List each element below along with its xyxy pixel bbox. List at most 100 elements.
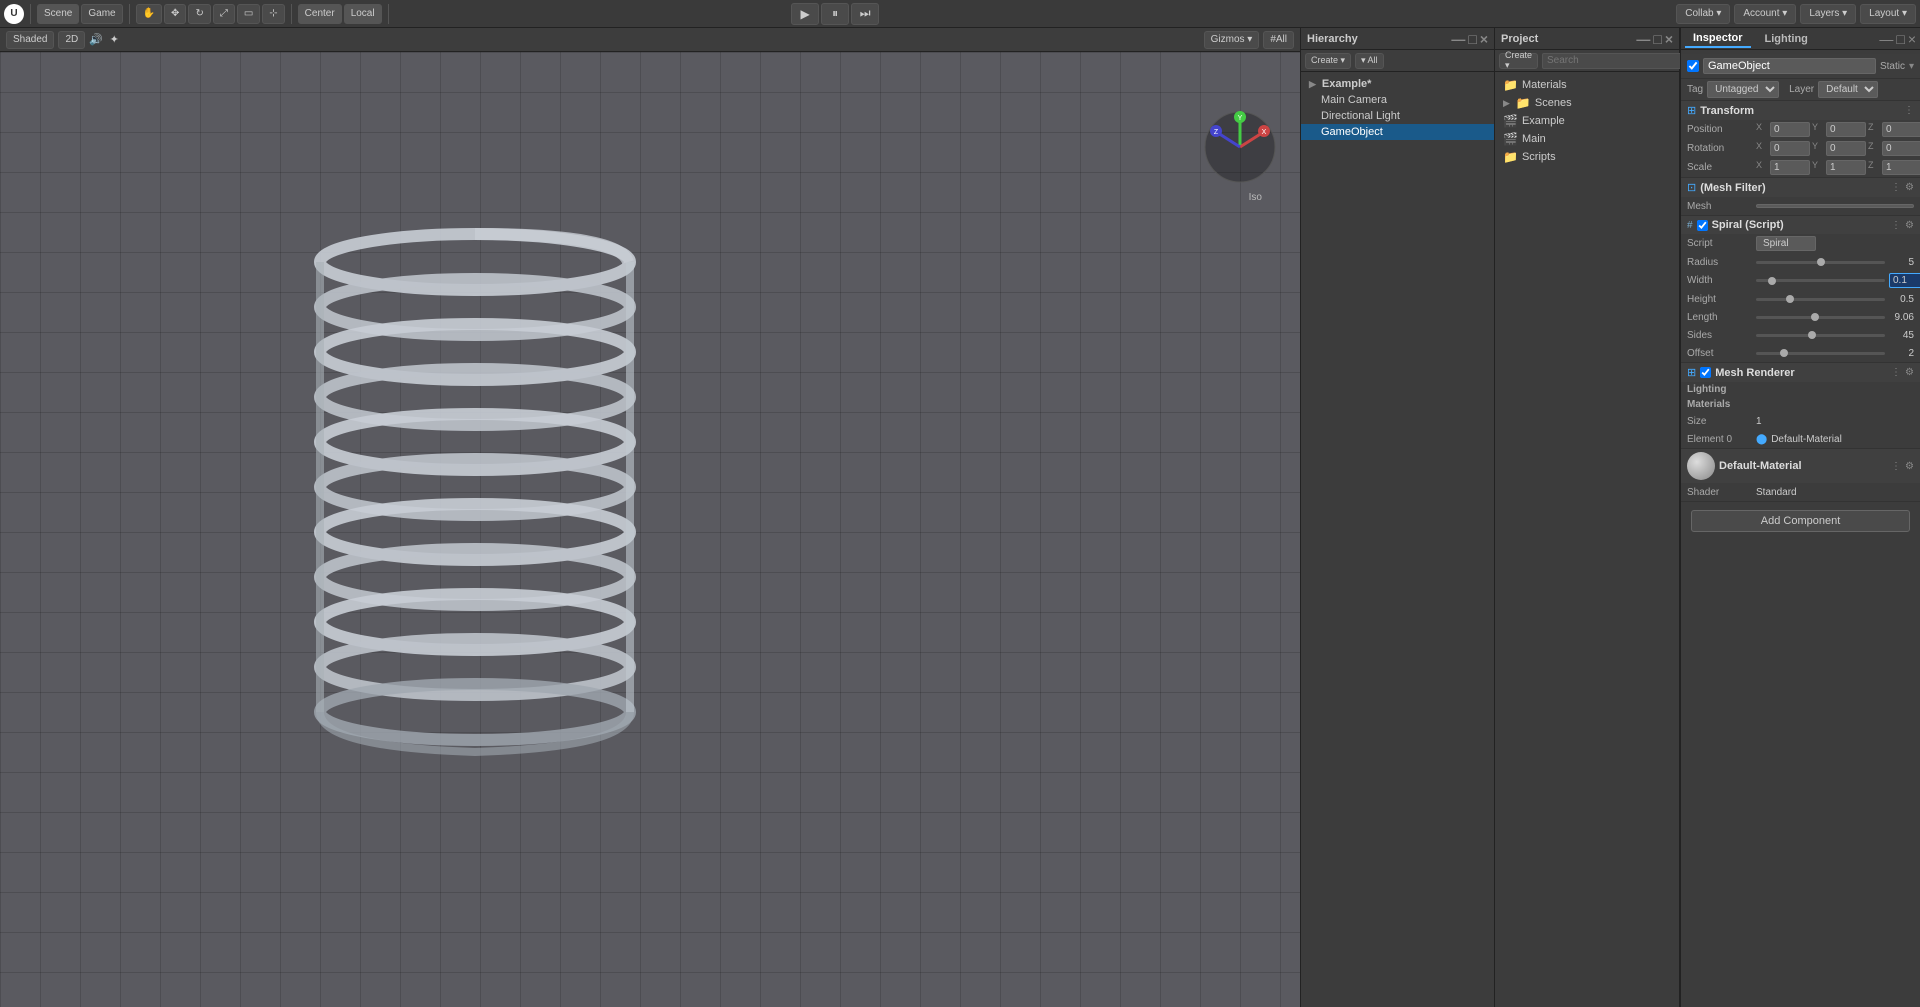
hierarchy-item-gameobject[interactable]: GameObject	[1301, 124, 1494, 140]
meshfilter-settings-btn[interactable]: ⚙	[1905, 182, 1914, 193]
game-tab-btn[interactable]: Game	[81, 4, 122, 24]
hierarchy-item-dirlight[interactable]: Directional Light	[1301, 108, 1494, 124]
spiral-settings-btn[interactable]: ⚙	[1905, 220, 1914, 231]
gameobject-name-input[interactable]	[1703, 58, 1876, 74]
meshrenderer-settings-btn[interactable]: ⚙	[1905, 367, 1914, 378]
project-create-btn[interactable]: Create ▾	[1499, 53, 1538, 69]
audio-btn[interactable]: 🔊	[89, 33, 103, 47]
radius-slider[interactable]	[1756, 261, 1885, 264]
layout-btn[interactable]: Layout ▾	[1860, 4, 1916, 24]
scale-tool-btn[interactable]: ⤢	[213, 4, 235, 24]
lighting-tab[interactable]: Lighting	[1757, 31, 1816, 47]
rot-z-input[interactable]	[1882, 141, 1920, 156]
material-settings-btn[interactable]: ⚙	[1905, 461, 1914, 472]
account-btn[interactable]: Account ▾	[1734, 4, 1796, 24]
project-max-btn[interactable]: □	[1653, 31, 1661, 47]
height-label: Height	[1687, 294, 1752, 305]
layers-btn[interactable]: Layers ▾	[1800, 4, 1856, 24]
inspector-min-btn[interactable]: —	[1879, 31, 1893, 47]
project-item-scenes[interactable]: ▶ 📁 Scenes	[1495, 94, 1679, 112]
gameobject-active-checkbox[interactable]	[1687, 60, 1699, 72]
project-item-example[interactable]: 🎬 Example	[1495, 112, 1679, 130]
collab-btn[interactable]: Collab ▾	[1676, 4, 1730, 24]
step-btn[interactable]: ⏭	[851, 3, 879, 25]
play-btn[interactable]: ▶	[791, 3, 819, 25]
hierarchy-item-example[interactable]: ▶ Example*	[1301, 76, 1494, 92]
static-dropdown-btn[interactable]: ▾	[1909, 61, 1914, 72]
radius-value: 5	[1889, 257, 1914, 268]
spiral-header[interactable]: # Spiral (Script) ⋮ ⚙	[1681, 216, 1920, 234]
inspector-max-btn[interactable]: □	[1896, 31, 1904, 47]
offset-slider[interactable]	[1756, 352, 1885, 355]
hand-tool-btn[interactable]: ✋	[136, 4, 162, 24]
hierarchy-create-btn[interactable]: Create ▾	[1305, 53, 1351, 69]
move-tool-btn[interactable]: ✥	[164, 4, 186, 24]
scl-y-input[interactable]	[1826, 160, 1866, 175]
transform-menu-btn[interactable]: ⋮	[1904, 105, 1914, 116]
default-material-header[interactable]: Default-Material ⋮ ⚙	[1681, 449, 1920, 483]
scripts-folder-icon: 📁	[1503, 150, 1518, 164]
rot-x-input[interactable]	[1770, 141, 1810, 156]
meshfilter-menu-btn[interactable]: ⋮	[1891, 182, 1901, 193]
project-search-input[interactable]	[1542, 53, 1684, 69]
tag-select[interactable]: Untagged	[1707, 81, 1779, 98]
hierarchy-close-btn[interactable]: ×	[1480, 31, 1488, 47]
project-item-scripts[interactable]: 📁 Scripts	[1495, 148, 1679, 166]
project-item-materials[interactable]: 📁 Materials	[1495, 76, 1679, 94]
rot-y-input[interactable]	[1826, 141, 1866, 156]
pivot-btn[interactable]: Center	[298, 4, 342, 24]
scene-grid: Y X Z Iso	[0, 52, 1300, 1007]
script-value[interactable]: Spiral	[1756, 236, 1816, 251]
rect-tool-btn[interactable]: ▭	[237, 4, 260, 24]
inspector-panel: Inspector Lighting — □ × Static ▾	[1680, 28, 1920, 1007]
sides-slider[interactable]	[1756, 334, 1885, 337]
width-slider[interactable]	[1756, 279, 1885, 282]
all-btn[interactable]: #All	[1263, 31, 1294, 49]
pos-z-input[interactable]	[1882, 122, 1920, 137]
scene-view[interactable]: Y X Z Iso	[0, 52, 1300, 1007]
project-close-btn[interactable]: ×	[1665, 31, 1673, 47]
mesh-value[interactable]	[1756, 204, 1914, 208]
scene-tab-btn[interactable]: Scene	[37, 4, 79, 24]
hierarchy-all-btn[interactable]: ▾ All	[1355, 53, 1384, 69]
inspector-close-btn[interactable]: ×	[1908, 31, 1916, 47]
project-min-btn[interactable]: —	[1636, 31, 1650, 47]
project-item-main[interactable]: 🎬 Main	[1495, 130, 1679, 148]
width-value-input[interactable]	[1889, 273, 1920, 288]
height-value: 0.5	[1889, 294, 1914, 305]
length-slider[interactable]	[1756, 316, 1885, 319]
pos-y-input[interactable]	[1826, 122, 1866, 137]
pause-btn[interactable]: ⏸	[821, 3, 849, 25]
meshrenderer-enabled-checkbox[interactable]	[1700, 367, 1711, 378]
scene-gizmo[interactable]: Y X Z	[1200, 107, 1280, 187]
height-slider[interactable]	[1756, 298, 1885, 301]
gizmos-btn[interactable]: Gizmos ▾	[1204, 31, 1260, 49]
transform-header[interactable]: ⊞ Transform ⋮	[1681, 101, 1920, 120]
transform-tool-btn[interactable]: ⊹	[262, 4, 284, 24]
rotate-tool-btn[interactable]: ↻	[188, 4, 210, 24]
hierarchy-example-label: Example*	[1322, 78, 1372, 90]
rotation-row: Rotation X Y Z	[1681, 139, 1920, 158]
pos-x-input[interactable]	[1770, 122, 1810, 137]
add-component-btn[interactable]: Add Component	[1691, 510, 1910, 532]
effect-btn[interactable]: ✦	[107, 33, 121, 47]
scl-x-input[interactable]	[1770, 160, 1810, 175]
shading-btn[interactable]: Shaded	[6, 31, 54, 49]
example-arrow: ▶	[1309, 79, 1316, 90]
hierarchy-item-maincamera[interactable]: Main Camera	[1301, 92, 1494, 108]
hierarchy-max-btn[interactable]: □	[1468, 31, 1476, 47]
spiral-menu-btn[interactable]: ⋮	[1891, 220, 1901, 231]
spiral-enabled-checkbox[interactable]	[1697, 220, 1708, 231]
meshrenderer-header[interactable]: ⊞ Mesh Renderer ⋮ ⚙	[1681, 363, 1920, 382]
space-btn[interactable]: Local	[344, 4, 382, 24]
inspector-tab[interactable]: Inspector	[1685, 30, 1751, 48]
meshfilter-header[interactable]: ⊡ (Mesh Filter) ⋮ ⚙	[1681, 178, 1920, 197]
2d-btn[interactable]: 2D	[58, 31, 85, 49]
meshrenderer-menu-btn[interactable]: ⋮	[1891, 367, 1901, 378]
hierarchy-min-btn[interactable]: —	[1451, 31, 1465, 47]
meshfilter-icon: ⊡	[1687, 181, 1696, 194]
project-panel: Project — □ × Create ▾ 👁 📁 Materials ▶	[1495, 28, 1680, 1007]
scl-z-input[interactable]	[1882, 160, 1920, 175]
layer-select[interactable]: Default	[1818, 81, 1878, 98]
material-menu-btn[interactable]: ⋮	[1891, 461, 1901, 472]
